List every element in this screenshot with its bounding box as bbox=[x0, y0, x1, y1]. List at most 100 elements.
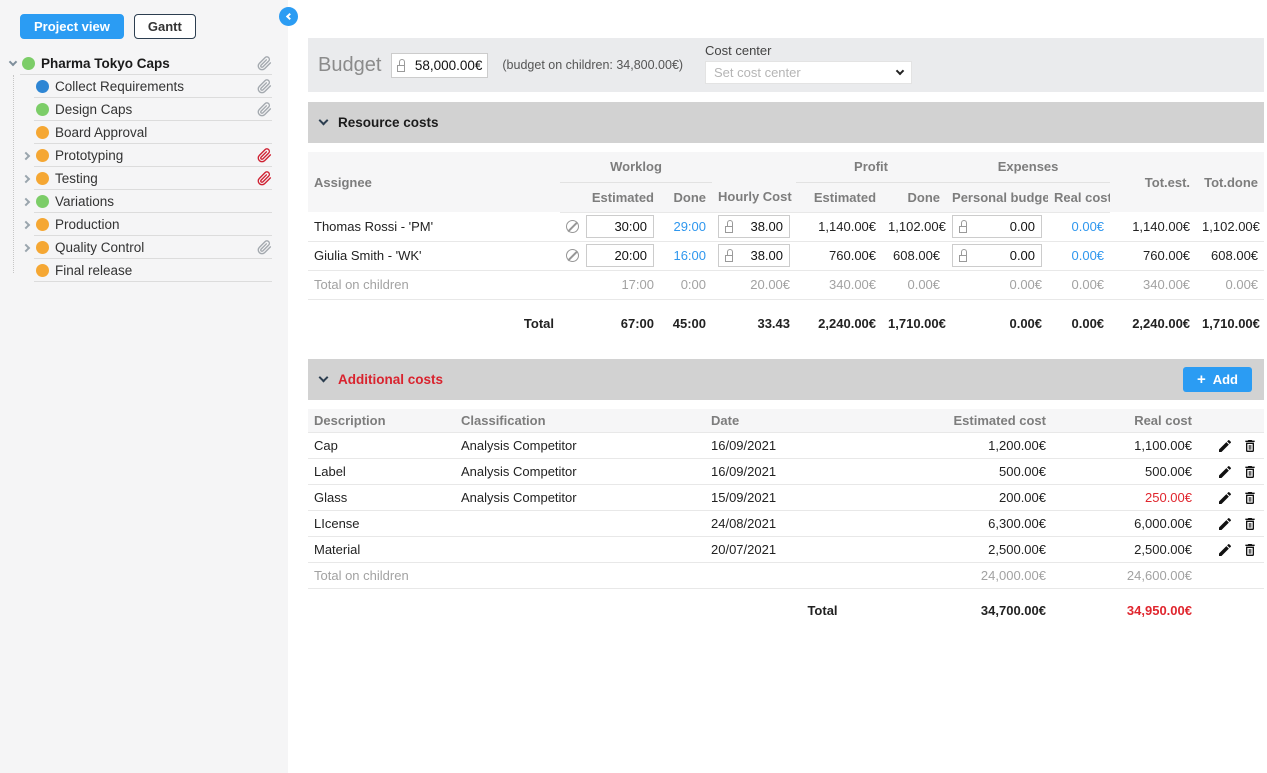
paperclip-icon[interactable] bbox=[257, 79, 272, 94]
paperclip-icon[interactable] bbox=[257, 148, 272, 163]
pencil-icon[interactable] bbox=[1217, 438, 1233, 454]
personal-budget-input[interactable]: 0.00 bbox=[952, 244, 1042, 267]
tree-item-prototyping[interactable]: Prototyping bbox=[0, 144, 288, 167]
tot-done: 608.00€ bbox=[1196, 241, 1264, 270]
col-date: Date bbox=[705, 409, 940, 433]
col-tot-done: Tot.done bbox=[1196, 152, 1264, 212]
col-worklog-estimated: Estimated bbox=[560, 182, 660, 212]
total-row: Total 67:00 45:00 33.43 2,240.00€ 1,710.… bbox=[308, 299, 1264, 331]
lock-icon bbox=[725, 220, 734, 233]
additional-costs-title: Additional costs bbox=[338, 372, 443, 387]
status-dot bbox=[22, 57, 35, 70]
chevron-down-icon[interactable] bbox=[9, 58, 17, 66]
paperclip-icon[interactable] bbox=[257, 171, 272, 186]
cost-real: 2,500.00€ bbox=[1052, 537, 1208, 563]
tree-item-testing[interactable]: Testing bbox=[0, 167, 288, 190]
trash-icon[interactable] bbox=[1242, 542, 1258, 558]
tree-item-final-release[interactable]: Final release bbox=[0, 259, 288, 282]
chevron-right-icon[interactable] bbox=[21, 243, 29, 251]
cost-estimated: 200.00€ bbox=[940, 485, 1052, 511]
sidebar-collapse-button[interactable] bbox=[279, 7, 298, 26]
cost-classification: Analysis Competitor bbox=[455, 485, 705, 511]
worklog-done-link[interactable]: 29:00 bbox=[673, 219, 706, 234]
additional-costs-header[interactable]: Additional costs + Add bbox=[308, 359, 1264, 400]
status-dot bbox=[36, 218, 49, 231]
project-view-button[interactable]: Project view bbox=[20, 14, 124, 39]
tree-item-collect-requirements[interactable]: Collect Requirements bbox=[0, 75, 288, 98]
worklog-estimated-input[interactable]: 20:00 bbox=[586, 244, 654, 267]
slashed-circle-icon[interactable] bbox=[566, 220, 579, 233]
cost-date: 16/09/2021 bbox=[705, 459, 940, 485]
paperclip-icon[interactable] bbox=[257, 240, 272, 255]
total-on-children-row: Total on children 17:00 0:00 20.00€ 340.… bbox=[308, 270, 1264, 299]
estimated-grand-total: 34,700.00€ bbox=[940, 589, 1052, 619]
col-profit-done: Done bbox=[882, 182, 946, 212]
pencil-icon[interactable] bbox=[1217, 464, 1233, 480]
pencil-icon[interactable] bbox=[1217, 490, 1233, 506]
cost-description: LIcense bbox=[308, 511, 455, 537]
worklog-done-link[interactable]: 16:00 bbox=[673, 248, 706, 263]
cost-row: LIcense 24/08/2021 6,300.00€ 6,000.00€ bbox=[308, 511, 1264, 537]
chevron-left-icon bbox=[286, 13, 293, 20]
pencil-icon[interactable] bbox=[1217, 516, 1233, 532]
hourly-cost-input[interactable]: 38.00 bbox=[718, 215, 790, 238]
status-dot bbox=[36, 241, 49, 254]
worklog-estimated-input[interactable]: 30:00 bbox=[586, 215, 654, 238]
chevron-right-icon[interactable] bbox=[21, 197, 29, 205]
trash-icon[interactable] bbox=[1242, 490, 1258, 506]
slashed-circle-icon[interactable] bbox=[566, 249, 579, 262]
tree-item-label: Quality Control bbox=[55, 240, 144, 255]
tree-item-label: Production bbox=[55, 217, 120, 232]
col-estimated-cost: Estimated cost bbox=[940, 409, 1052, 433]
hourly-cost-input[interactable]: 38.00 bbox=[718, 244, 790, 267]
trash-icon[interactable] bbox=[1242, 464, 1258, 480]
assignee-name: Thomas Rossi - 'PM' bbox=[308, 212, 560, 241]
chevron-right-icon[interactable] bbox=[21, 220, 29, 228]
cost-date: 24/08/2021 bbox=[705, 511, 940, 537]
trash-icon[interactable] bbox=[1242, 516, 1258, 532]
lock-icon bbox=[959, 220, 968, 233]
lock-icon bbox=[725, 249, 734, 262]
col-classification: Classification bbox=[455, 409, 705, 433]
tree-item-label: Final release bbox=[55, 263, 132, 278]
resource-row: Giulia Smith - 'WK' 20:00 16:00 38.00 76… bbox=[308, 241, 1264, 270]
view-switcher: Project view Gantt bbox=[0, 0, 288, 39]
pencil-icon[interactable] bbox=[1217, 542, 1233, 558]
tree-item-design-caps[interactable]: Design Caps bbox=[0, 98, 288, 121]
trash-icon[interactable] bbox=[1242, 438, 1258, 454]
cost-real: 500.00€ bbox=[1052, 459, 1208, 485]
tree-item-quality-control[interactable]: Quality Control bbox=[0, 236, 288, 259]
tree-item-board-approval[interactable]: Board Approval bbox=[0, 121, 288, 144]
tree-item-production[interactable]: Production bbox=[0, 213, 288, 236]
paperclip-icon[interactable] bbox=[257, 102, 272, 117]
cost-date: 16/09/2021 bbox=[705, 433, 940, 459]
chevron-right-icon[interactable] bbox=[21, 174, 29, 182]
cost-real: 1,100.00€ bbox=[1052, 433, 1208, 459]
gantt-button[interactable]: Gantt bbox=[134, 14, 196, 39]
chevron-down-icon bbox=[319, 372, 329, 382]
cost-center-placeholder: Set cost center bbox=[714, 65, 801, 80]
project-tree: Pharma Tokyo Caps Collect Requirements D… bbox=[0, 52, 288, 282]
tree-item-pharma-tokyo-caps[interactable]: Pharma Tokyo Caps bbox=[0, 52, 288, 75]
col-real-cost: Real cost bbox=[1052, 409, 1208, 433]
assignee-name: Giulia Smith - 'WK' bbox=[308, 241, 560, 270]
cost-center-select[interactable]: Set cost center bbox=[705, 61, 912, 84]
tree-item-label: Variations bbox=[55, 194, 114, 209]
cost-estimated: 1,200.00€ bbox=[940, 433, 1052, 459]
personal-budget-input[interactable]: 0.00 bbox=[952, 215, 1042, 238]
chevron-down-icon bbox=[319, 116, 329, 126]
real-cost-link[interactable]: 0.00€ bbox=[1072, 248, 1105, 263]
profit-estimated: 760.00€ bbox=[796, 241, 882, 270]
tree-item-variations[interactable]: Variations bbox=[0, 190, 288, 213]
total-row: Total 34,700.00€ 34,950.00€ bbox=[308, 589, 1264, 619]
tree-item-label: Design Caps bbox=[55, 102, 132, 117]
children-estimated-total: 24,000.00€ bbox=[940, 563, 1052, 589]
add-cost-button[interactable]: + Add bbox=[1183, 367, 1252, 392]
cost-description: Material bbox=[308, 537, 455, 563]
paperclip-icon[interactable] bbox=[257, 56, 272, 71]
tree-item-label: Prototyping bbox=[55, 148, 123, 163]
resource-costs-header[interactable]: Resource costs bbox=[308, 102, 1264, 143]
real-cost-link[interactable]: 0.00€ bbox=[1072, 219, 1105, 234]
budget-input[interactable]: 58,000.00€ bbox=[391, 53, 488, 78]
chevron-right-icon[interactable] bbox=[21, 151, 29, 159]
